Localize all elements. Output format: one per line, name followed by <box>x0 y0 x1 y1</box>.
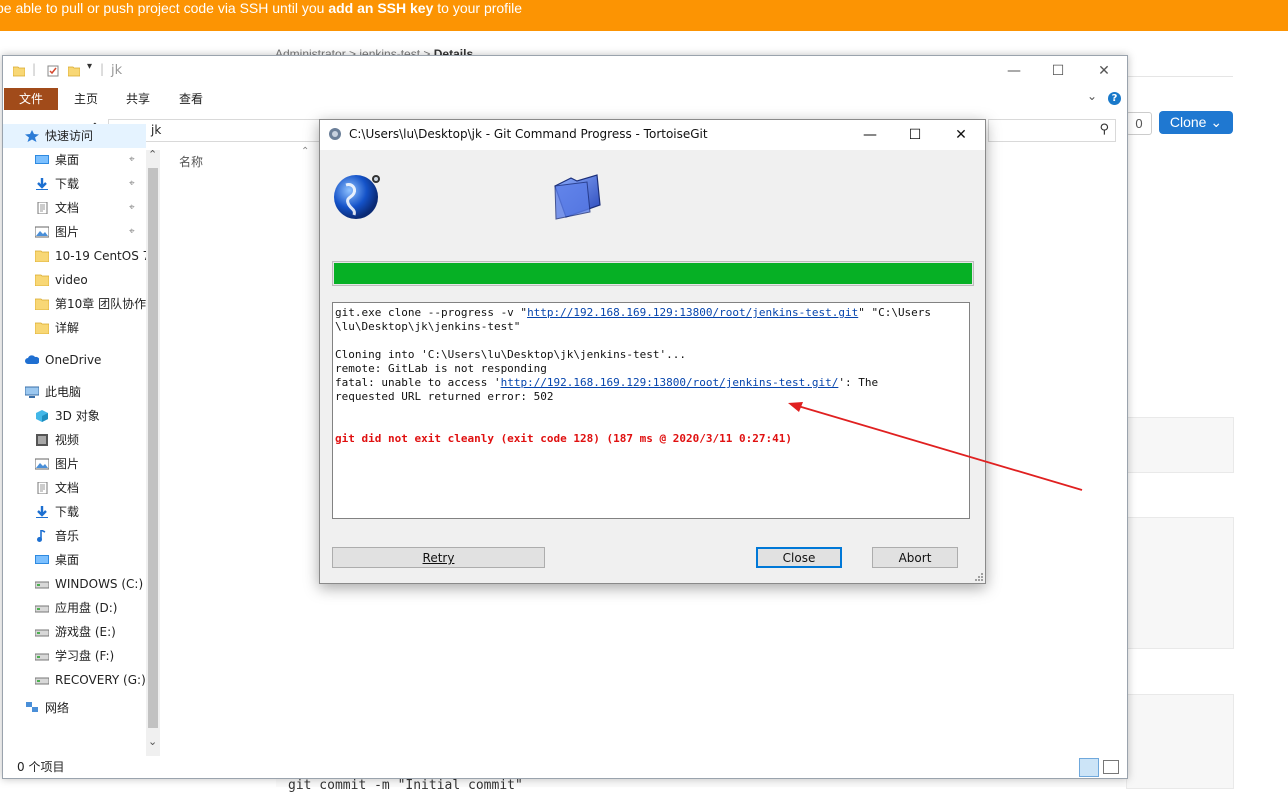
arrow-head <box>788 402 803 412</box>
arrow-line <box>797 405 1083 491</box>
annotation-arrow <box>788 402 1083 491</box>
